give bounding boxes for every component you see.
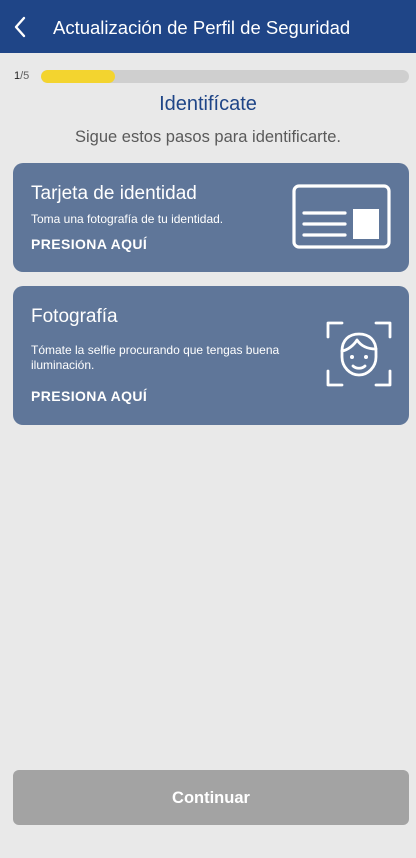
selfie-option[interactable]: Fotografía Tómate la selfie procurando q… xyxy=(13,286,409,425)
back-button[interactable] xyxy=(6,9,34,45)
chevron-left-icon xyxy=(14,16,26,38)
selfie-option-description: Tómate la selfie procurando que tengas b… xyxy=(31,343,280,372)
header-title: Actualización de Perfil de Seguridad xyxy=(53,17,351,38)
face-scan-icon xyxy=(326,321,392,387)
progress-step-label: 1/5 xyxy=(14,70,29,82)
page-title: Identifícate xyxy=(159,93,257,115)
app-header: Actualización de Perfil de Seguridad xyxy=(0,0,416,53)
progress-total-steps: /5 xyxy=(20,70,30,82)
id-card-option-title: Tarjeta de identidad xyxy=(31,183,197,204)
progress-bar xyxy=(41,70,409,83)
continue-button[interactable]: Continuar xyxy=(13,770,409,825)
selfie-option-title: Fotografía xyxy=(31,306,118,327)
id-card-option-action[interactable]: PRESIONA AQUÍ xyxy=(31,236,147,252)
id-card-option[interactable]: Tarjeta de identidad Toma una fotografía… xyxy=(13,163,409,272)
page-subtitle: Sigue estos pasos para identificarte. xyxy=(75,128,341,146)
selfie-option-action[interactable]: PRESIONA AQUÍ xyxy=(31,388,147,404)
id-card-icon xyxy=(292,184,391,249)
id-card-option-description: Toma una fotografía de tu identidad. xyxy=(31,212,224,226)
progress-bar-fill xyxy=(41,70,115,83)
